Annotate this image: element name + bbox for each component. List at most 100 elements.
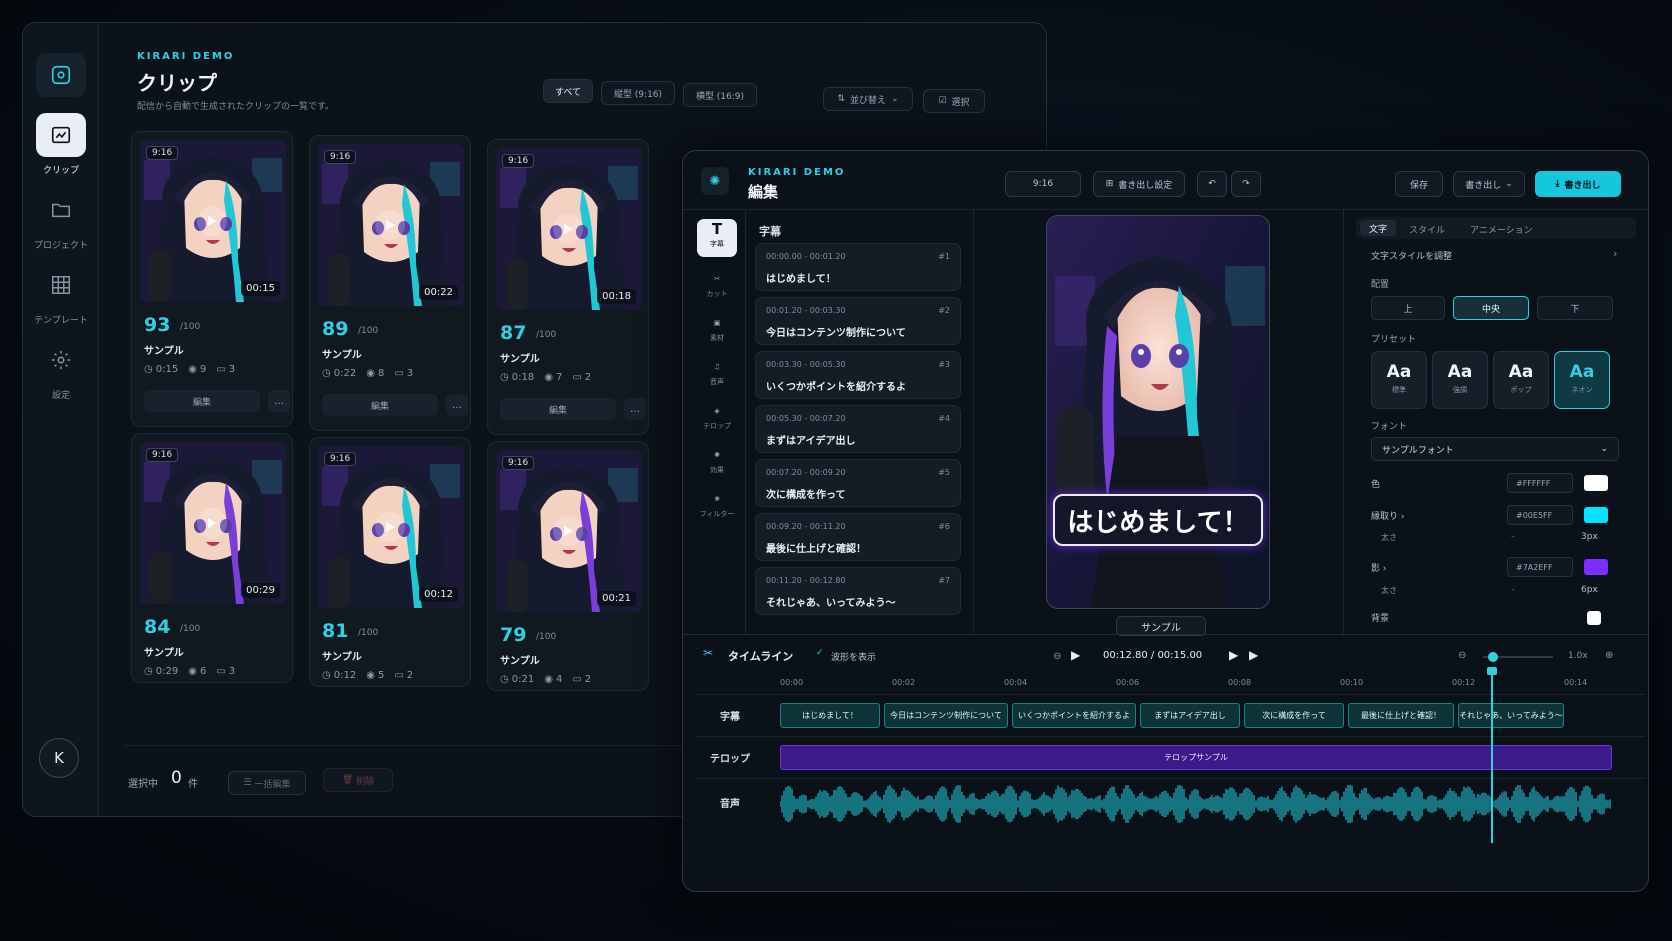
font-select[interactable]: サンプルフォント ⌄ (1371, 437, 1619, 461)
align-center[interactable]: 中央 (1453, 296, 1529, 320)
zoom-in-icon[interactable]: ⊕ (1605, 650, 1613, 661)
shadow-size-value[interactable]: 6px (1581, 585, 1598, 595)
clip-thumbnail[interactable]: 9:16 00:29 (140, 442, 286, 604)
align-top[interactable]: 上 (1371, 296, 1445, 320)
play-icon[interactable] (375, 512, 405, 542)
preset-option[interactable]: Aa 標準 (1371, 351, 1427, 409)
stroke-size-value[interactable]: 3px (1581, 532, 1598, 542)
subtitle-item[interactable]: 00:03.30 - 00:05.30 #3 いくつかポイントを紹介するよ (755, 351, 961, 399)
clip-card[interactable]: 9:16 00:15 93 /100 サンプル ◷ 0:15 ◉ 9 ▭ 3 編集 … (131, 131, 293, 427)
play-icon[interactable] (553, 516, 583, 546)
subtitle-item[interactable]: 00:01.20 - 00:03.30 #2 今日はコンテンツ制作について (755, 297, 961, 345)
tool-filter[interactable]: ❀ フィルター (697, 489, 737, 519)
subtitle-clip[interactable]: 最後に仕上げと確認！ (1348, 703, 1454, 728)
subtitle-item[interactable]: 00:09.20 - 00:11.20 #6 最後に仕上げと確認！ (755, 513, 961, 561)
clip-thumbnail[interactable]: 9:16 00:18 (496, 148, 642, 310)
tool-text[interactable]: T 字幕 (697, 219, 737, 257)
check-icon[interactable]: ✓ (816, 648, 824, 658)
tool-media[interactable]: ▣ 素材 (697, 313, 737, 343)
clip-card[interactable]: 9:16 00:29 84 /100 サンプル ◷ 0:29 ◉ 6 ▭ 3 (131, 433, 293, 683)
app-logo[interactable] (23, 53, 99, 103)
color-swatch[interactable] (1584, 475, 1608, 491)
color-hex-input[interactable]: #FFFFFF (1507, 473, 1573, 493)
subtitle-clip[interactable]: 今日はコンテンツ制作について (884, 703, 1008, 728)
playhead-handle[interactable] (1487, 667, 1497, 675)
more-button[interactable]: … (268, 390, 290, 412)
edit-button[interactable]: 編集 (144, 390, 260, 412)
subtitle-item[interactable]: 00:11.20 - 00:12.80 #7 それじゃあ、いってみよう～ (755, 567, 961, 615)
preset-option[interactable]: Aa ネオン (1554, 351, 1610, 409)
export-settings-button[interactable]: ⊞ 書き出し設定 (1093, 171, 1185, 197)
tool-audio[interactable]: ♫ 音声 (697, 357, 737, 387)
nav-item-projects[interactable]: プロジェクト (23, 188, 99, 251)
tool-cut[interactable]: ✂ カット (697, 269, 737, 299)
clip-card[interactable]: 9:16 00:22 89 /100 サンプル ◷ 0:22 ◉ 8 ▭ 3 編集 … (309, 135, 471, 431)
play-button[interactable]: ▶ (1071, 648, 1080, 662)
filter-all[interactable]: すべて (543, 79, 593, 103)
clip-thumbnail[interactable]: 9:16 00:12 (318, 446, 464, 608)
preset-option[interactable]: Aa ポップ (1493, 351, 1549, 409)
telop-clip[interactable]: テロップサンプル (780, 745, 1612, 770)
play-icon[interactable] (375, 210, 405, 240)
zoom-out-icon[interactable]: ⊖ (1053, 651, 1061, 662)
export-button[interactable]: ⤓ 書き出し (1535, 171, 1621, 197)
shadow-hex-input[interactable]: #7A2EFF (1507, 557, 1573, 577)
subtitle-item[interactable]: 00:00.00 - 00:01.20 #1 はじめまして！ (755, 243, 961, 291)
audio-waveform[interactable] (780, 785, 1612, 823)
clip-thumbnail[interactable]: 9:16 00:21 (496, 450, 642, 612)
clip-card[interactable]: 9:16 00:18 87 /100 サンプル ◷ 0:18 ◉ 7 ▭ 2 編集 … (487, 139, 649, 435)
aspect-ratio-select[interactable]: 9:16 (1005, 171, 1081, 197)
subtitle-clip[interactable]: いくつかポイントを紹介するよ (1012, 703, 1136, 728)
clip-card[interactable]: 9:16 00:21 79 /100 サンプル ◷ 0:21 ◉ 4 ▭ 2 (487, 441, 649, 691)
bulk-edit-button[interactable]: ☰ 一括編集 (228, 771, 306, 795)
more-button[interactable]: … (446, 394, 468, 416)
edit-button[interactable]: 編集 (322, 394, 438, 416)
edit-button[interactable]: 編集 (500, 398, 616, 420)
video-preview[interactable]: はじめまして！ (1046, 215, 1270, 609)
play-icon[interactable] (197, 206, 227, 236)
subtitle-clip[interactable]: 次に構成を作って (1244, 703, 1344, 728)
tab-text[interactable]: 文字 (1360, 220, 1396, 236)
clip-card[interactable]: 9:16 00:12 81 /100 サンプル ◷ 0:12 ◉ 5 ▭ 2 (309, 437, 471, 687)
redo-button[interactable]: ↷ (1231, 171, 1261, 197)
stroke-swatch[interactable] (1584, 507, 1608, 523)
tool-telop[interactable]: ◈ テロップ (697, 401, 737, 431)
waveform-toggle-label[interactable]: 波形を表示 (831, 650, 876, 663)
more-button[interactable]: … (624, 398, 646, 420)
clip-thumbnail[interactable]: 9:16 00:22 (318, 144, 464, 306)
play-icon[interactable] (553, 214, 583, 244)
align-bottom[interactable]: 下 (1537, 296, 1613, 320)
background-toggle[interactable] (1587, 611, 1601, 625)
save-button[interactable]: 保存 (1395, 171, 1443, 197)
tab-animation[interactable]: アニメーション (1470, 223, 1533, 236)
adjust-style-label[interactable]: 文字スタイルを調整 (1371, 249, 1452, 262)
clip-thumbnail[interactable]: 9:16 00:15 (140, 140, 286, 302)
subtitle-clip[interactable]: はじめまして！ (780, 703, 880, 728)
subtitle-clip[interactable]: それじゃあ、いってみよう～ (1458, 703, 1564, 728)
filter-horizontal[interactable]: 横型 (16:9) (683, 83, 757, 107)
nav-item-settings[interactable]: 設定 (23, 338, 99, 401)
subtitle-clip[interactable]: まずはアイデア出し (1140, 703, 1240, 728)
zoom-slider-handle[interactable] (1488, 652, 1498, 662)
nav-item-clips[interactable]: クリップ (23, 113, 99, 176)
preview-caption[interactable]: はじめまして！ (1053, 494, 1263, 546)
play-forward-button[interactable]: ▶ (1249, 648, 1258, 662)
sort-button[interactable]: ⇅ 並び替え ⌄ (823, 87, 913, 111)
preset-option[interactable]: Aa 強調 (1432, 351, 1488, 409)
subtitle-item[interactable]: 00:05.30 - 00:07.20 #4 まずはアイデア出し (755, 405, 961, 453)
shadow-swatch[interactable] (1584, 559, 1608, 575)
play-icon[interactable] (197, 508, 227, 538)
delete-button[interactable]: 🗑 削除 (323, 768, 393, 792)
playhead[interactable] (1491, 673, 1493, 843)
filter-vertical[interactable]: 縦型 (9:16) (601, 81, 675, 105)
stroke-hex-input[interactable]: #00E5FF (1507, 505, 1573, 525)
nav-item-templates[interactable]: テンプレート (23, 263, 99, 326)
export-menu-button[interactable]: 書き出し ⌄ (1453, 171, 1525, 197)
tool-effects[interactable]: ✺ 効果 (697, 445, 737, 475)
tab-style[interactable]: スタイル (1409, 223, 1445, 236)
zoom-out-icon[interactable]: ⊖ (1458, 650, 1466, 661)
avatar[interactable]: K (39, 738, 79, 778)
next-frame-button[interactable]: ▶ (1229, 648, 1238, 662)
subtitle-item[interactable]: 00:07.20 - 00:09.20 #5 次に構成を作って (755, 459, 961, 507)
undo-button[interactable]: ↶ (1197, 171, 1227, 197)
